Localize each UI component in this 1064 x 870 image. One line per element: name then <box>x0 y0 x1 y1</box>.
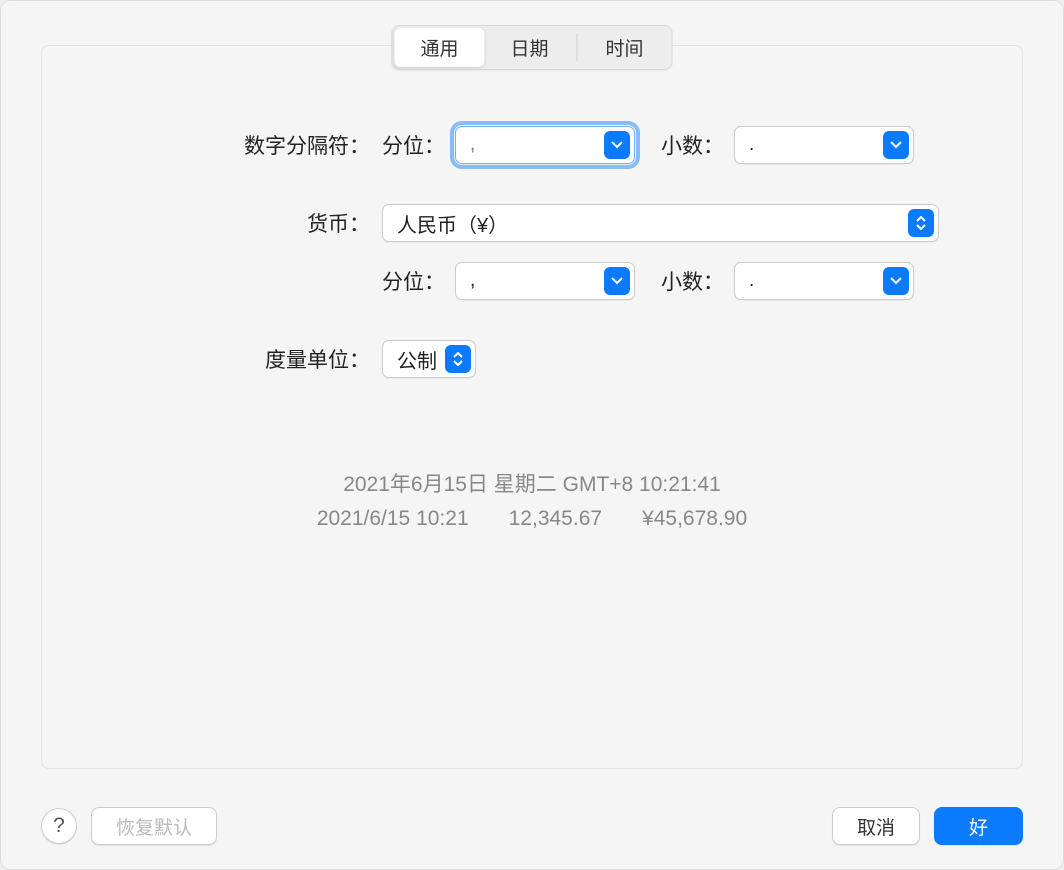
preview-line1: 2021年6月15日 星期二 GMT+8 10:21:41 <box>82 468 982 502</box>
row-measurement: 度量单位： 公制 <box>82 340 982 378</box>
tab-time[interactable]: 时间 <box>580 28 670 67</box>
segmented-control: 通用 日期 时间 <box>391 25 672 70</box>
tabs-bar: 通用 日期 时间 <box>391 25 672 70</box>
label-measurement: 度量单位： <box>82 344 382 374</box>
label-grouping: 分位： <box>382 130 445 160</box>
combo-currency-decimal[interactable]: . <box>734 262 914 300</box>
row-number-separator: 数字分隔符： 分位： , 小数： . <box>82 126 982 164</box>
updown-icon <box>445 345 471 373</box>
content-panel: 数字分隔符： 分位： , 小数： . 货币： 人民币（¥） <box>41 45 1023 769</box>
format-preview: 2021年6月15日 星期二 GMT+8 10:21:41 2021/6/15 … <box>82 468 982 535</box>
combo-number-grouping[interactable]: , <box>455 126 635 164</box>
chevron-down-icon <box>883 267 909 295</box>
combo-number-decimal[interactable]: . <box>734 126 914 164</box>
tab-separator <box>577 34 578 61</box>
preferences-window: 通用 日期 时间 数字分隔符： 分位： , 小数： . <box>0 0 1064 870</box>
label-currency-grouping: 分位： <box>382 266 445 296</box>
chevron-down-icon <box>883 131 909 159</box>
label-currency-decimal: 小数： <box>661 266 724 296</box>
tab-date[interactable]: 日期 <box>484 28 574 67</box>
popup-currency-value: 人民币（¥） <box>397 209 900 238</box>
preview-number: 12,345.67 <box>509 502 602 536</box>
footer-bar: ? 恢复默认 取消 好 <box>41 807 1023 845</box>
ok-button[interactable]: 好 <box>934 807 1023 845</box>
label-number-separator: 数字分隔符： <box>82 130 382 160</box>
preview-line2: 2021/6/15 10:21 12,345.67 ¥45,678.90 <box>82 502 982 536</box>
combo-number-decimal-value: . <box>749 134 875 156</box>
row-currency-separators: 分位： , 小数： . <box>82 262 982 300</box>
popup-currency[interactable]: 人民币（¥） <box>382 204 939 242</box>
preview-currency: ¥45,678.90 <box>642 502 747 536</box>
tab-general[interactable]: 通用 <box>394 28 484 67</box>
preview-datetime: 2021/6/15 10:21 <box>317 502 469 536</box>
popup-measurement[interactable]: 公制 <box>382 340 476 378</box>
cancel-button[interactable]: 取消 <box>832 807 920 845</box>
combo-currency-grouping[interactable]: , <box>455 262 635 300</box>
combo-currency-grouping-value: , <box>470 270 596 292</box>
help-button[interactable]: ? <box>41 808 77 844</box>
row-currency: 货币： 人民币（¥） <box>82 204 982 242</box>
restore-defaults-button[interactable]: 恢复默认 <box>91 807 217 845</box>
combo-currency-decimal-value: . <box>749 270 875 292</box>
updown-icon <box>908 209 934 237</box>
combo-number-grouping-value: , <box>470 134 596 156</box>
popup-measurement-value: 公制 <box>397 345 437 374</box>
chevron-down-icon <box>604 131 630 159</box>
label-decimal: 小数： <box>661 130 724 160</box>
chevron-down-icon <box>604 267 630 295</box>
label-currency: 货币： <box>82 208 382 238</box>
